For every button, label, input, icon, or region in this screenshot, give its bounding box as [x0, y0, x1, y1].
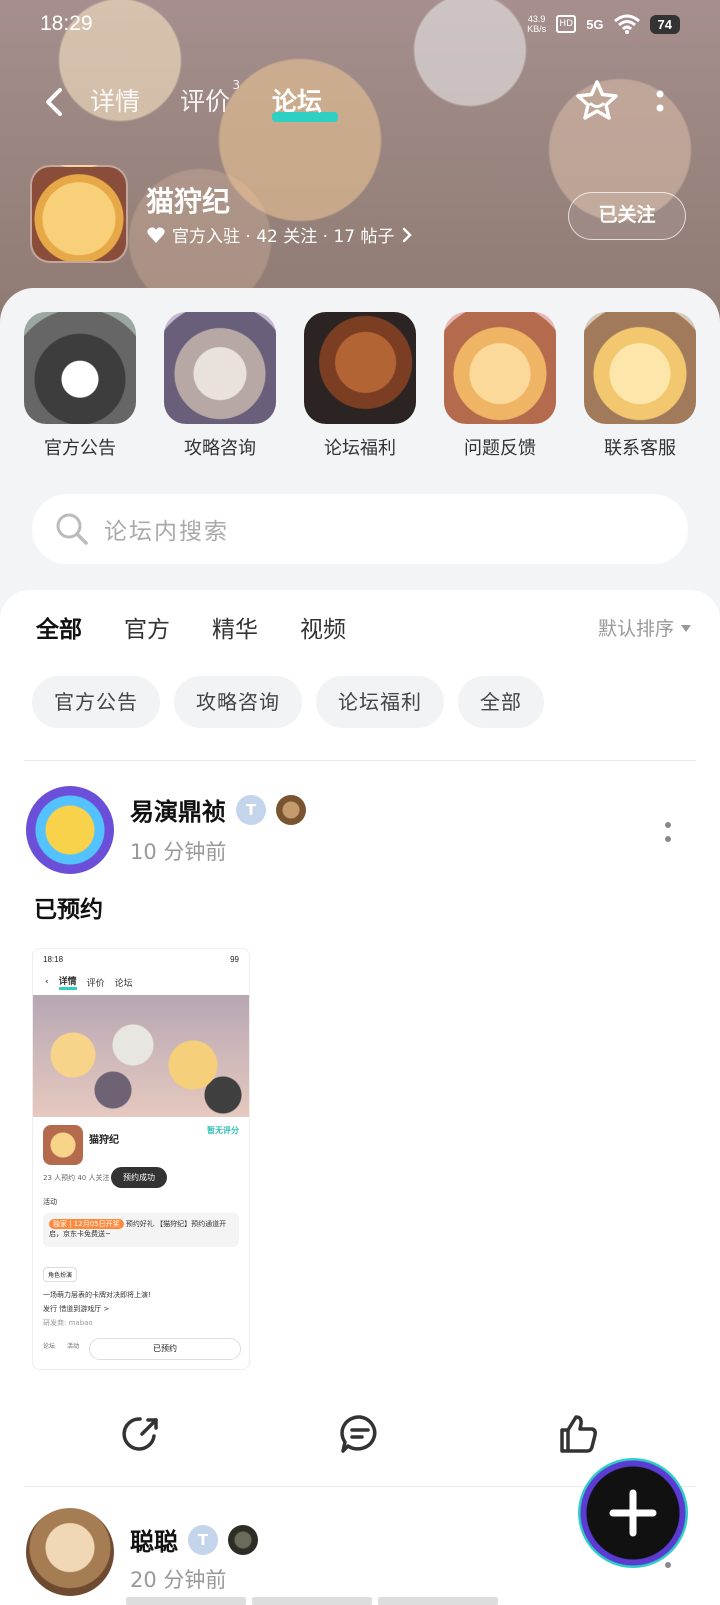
screenshot-game-icon — [43, 1125, 83, 1165]
shortcut-official-notice[interactable]: 官方公告 — [24, 312, 136, 462]
post-author[interactable]: 聪聪 T — [130, 1522, 258, 1557]
favorite-button[interactable] — [574, 78, 620, 124]
shortcut-image — [164, 312, 276, 424]
shortcut-feedback[interactable]: 问题反馈 — [444, 312, 556, 462]
chip-official-notice[interactable]: 官方公告 — [32, 676, 160, 728]
thumbs-up-icon — [560, 1415, 597, 1453]
author-name: 易演鼎祯 — [130, 798, 226, 826]
status-bar: 18:29 43.9 KB/s HD 5G 74 — [0, 0, 720, 52]
shortcut-support[interactable]: 联系客服 — [584, 312, 696, 462]
like-button[interactable] — [556, 1412, 600, 1456]
game-name: 猫狩纪 — [146, 185, 231, 218]
screenshot-status-bar: 18:18 99 — [43, 955, 239, 964]
feed-tab-featured[interactable]: 精华 — [212, 610, 258, 650]
star-icon — [576, 80, 618, 120]
post-more-button[interactable] — [660, 818, 676, 848]
status-time: 18:29 — [40, 12, 93, 35]
comment-icon — [340, 1415, 377, 1453]
shortcut-guide[interactable]: 攻略咨询 — [164, 312, 276, 462]
avatar[interactable] — [26, 786, 114, 874]
hd-icon: HD — [556, 15, 577, 33]
search-placeholder: 论坛内搜索 — [104, 519, 229, 545]
chip-guide[interactable]: 攻略咨询 — [174, 676, 302, 728]
wifi-icon — [613, 14, 640, 34]
chip-all[interactable]: 全部 — [458, 676, 544, 728]
search-icon — [56, 513, 88, 545]
feed-tab-all[interactable]: 全部 — [36, 610, 82, 656]
shortcut-row: 官方公告 攻略咨询 论坛福利 问题反馈 联系客服 — [24, 312, 696, 462]
tab-details[interactable]: 详情 — [90, 82, 140, 118]
chevron-left-icon — [46, 88, 62, 116]
post-actions — [0, 1412, 720, 1462]
comment-button[interactable] — [338, 1412, 382, 1456]
more-vertical-icon — [656, 90, 664, 112]
post-time: 10 分钟前 — [130, 840, 227, 864]
plus-icon — [609, 1489, 657, 1537]
feed-tab-video[interactable]: 视频 — [300, 610, 346, 650]
image-placeholder-strip — [126, 1597, 498, 1605]
game-meta[interactable]: 官方入驻 · 42 关注 · 17 帖子 — [146, 222, 413, 247]
screenshot-nav: ‹ 详情 评价 论坛 — [33, 969, 249, 995]
top-nav: 详情 评价 3 论坛 — [0, 72, 720, 132]
chip-welfare[interactable]: 论坛福利 — [316, 676, 444, 728]
shortcut-label: 论坛福利 — [324, 438, 396, 459]
screenshot-game-info: 猫狩纪 暂无评分 23 人预约 40 人关注 预约成功 — [33, 1117, 249, 1197]
post-time: 20 分钟前 — [130, 1568, 227, 1592]
game-icon — [30, 165, 128, 263]
caret-down-icon — [681, 624, 691, 632]
post-image[interactable]: 18:18 99 ‹ 详情 评价 论坛 猫狩纪 暂无评分 23 人预约 40 人… — [32, 948, 250, 1370]
status-icons: 43.9 KB/s HD 5G 74 — [527, 14, 680, 34]
more-options-button[interactable] — [650, 86, 670, 116]
author-name: 聪聪 — [130, 1528, 178, 1556]
level-badge-icon: T — [188, 1524, 218, 1555]
post-title: 已预约 — [34, 897, 103, 923]
share-button[interactable] — [118, 1412, 162, 1456]
feed-tab-official[interactable]: 官方 — [124, 610, 170, 650]
review-count-badge: 3 — [232, 78, 241, 92]
forum-search-input[interactable]: 论坛内搜索 — [32, 494, 688, 564]
screenshot-toast: 预约成功 — [111, 1167, 167, 1188]
tab-forum[interactable]: 论坛 — [272, 82, 322, 118]
avatar[interactable] — [26, 1508, 114, 1596]
share-icon — [122, 1417, 158, 1451]
shortcut-label: 攻略咨询 — [184, 438, 256, 459]
tab-reviews[interactable]: 评价 3 — [180, 78, 240, 118]
heart-diamond-icon — [147, 226, 165, 243]
shortcut-image — [24, 312, 136, 424]
shortcut-welfare[interactable]: 论坛福利 — [304, 312, 416, 462]
network-speed: 43.9 KB/s — [527, 14, 547, 34]
shortcut-label: 官方公告 — [44, 438, 116, 459]
screenshot-bottom-bar: 论坛 活动 已预约 — [33, 1337, 249, 1361]
shortcut-image — [584, 312, 696, 424]
screenshot-event: 独家 | 12月05日开奖 预约好礼 【猫狩纪】预约通道开启，京东卡免费送~ — [43, 1213, 239, 1247]
shortcut-label: 问题反馈 — [464, 438, 536, 459]
back-button[interactable] — [36, 82, 76, 122]
chevron-right-icon — [402, 227, 412, 242]
feed-tabs: 全部 官方 精华 视频 — [36, 610, 346, 656]
screenshot-banner — [33, 995, 249, 1117]
shortcut-image — [444, 312, 556, 424]
network-5g-label: 5G — [586, 16, 604, 32]
category-chips: 官方公告 攻略咨询 论坛福利 全部 — [32, 676, 544, 728]
level-badge-icon: T — [236, 794, 266, 825]
shortcut-label: 联系客服 — [604, 438, 676, 459]
divider — [24, 760, 696, 761]
post-author[interactable]: 易演鼎祯 T — [130, 792, 306, 827]
sort-label: 默认排序 — [597, 618, 674, 640]
battery-indicator: 74 — [649, 14, 680, 34]
game-meta-text: 官方入驻 · 42 关注 · 17 帖子 — [172, 227, 395, 247]
tab-reviews-label: 评价 — [180, 87, 231, 116]
more-vertical-icon — [665, 822, 671, 842]
title-badge-icon — [228, 1524, 258, 1555]
create-post-button[interactable] — [578, 1458, 688, 1568]
title-badge-icon — [276, 794, 306, 825]
sort-dropdown[interactable]: 默认排序 — [598, 614, 692, 641]
follow-button[interactable]: 已关注 — [568, 192, 686, 240]
shortcut-image — [304, 312, 416, 424]
